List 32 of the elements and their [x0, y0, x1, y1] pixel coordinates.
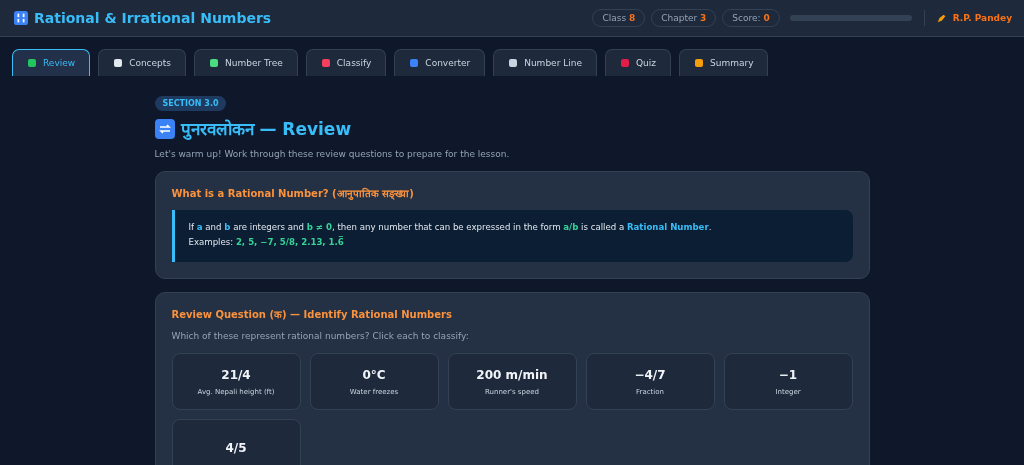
repeat-icon [154, 118, 175, 139]
tab-icon [619, 58, 630, 68]
tab[interactable]: Converter [394, 49, 486, 76]
definition-text: Examples: 2, 5, −7, 5/8, 2.13, 1.6̅ [188, 237, 345, 247]
section-badge: SECTION 3.0 [154, 96, 227, 111]
card-title: What is a Rational Number? (आनुपातिक सङ्ख्या) [171, 186, 415, 200]
intro-text: Let's warm up! Work through these review questions to prepare for the lesson. [154, 149, 510, 159]
info-badge: Chapter 3 [651, 9, 717, 27]
info-badge: Class 8 [592, 9, 646, 27]
number-option[interactable]: 4/5 [171, 419, 301, 465]
tab-icon [508, 58, 519, 68]
card-title: Review Question (क) — Identify Rational Numbers [171, 308, 453, 321]
tab[interactable]: Summary [678, 49, 769, 76]
section-title: पुनरवलोकन — Review [180, 118, 352, 140]
tab[interactable]: Number Line [493, 49, 597, 76]
tab[interactable]: Quiz [604, 49, 671, 76]
question-prompt: Which of these represent rational numbers? Click each to classify: [171, 331, 470, 341]
tab-icon [409, 58, 420, 68]
tab[interactable]: Review [12, 49, 91, 76]
author-name: R.P. Pandey [952, 13, 1012, 23]
tab[interactable]: Classify [305, 49, 387, 76]
numbers-icon [14, 11, 28, 25]
info-badge: Score: 0 [722, 9, 780, 27]
definition-text: If a and b are integers and b ≠ 0, then any number that can be expressed in the form a/b is called a Rational Number. [188, 222, 713, 232]
tab-icon [320, 58, 331, 68]
tab-icon [693, 58, 704, 68]
app-title: Rational & Irrational Numbers [34, 10, 272, 26]
tab[interactable]: Number Tree [194, 49, 298, 76]
tab-icon [209, 58, 220, 68]
tab-icon [27, 58, 37, 68]
tab-icon [113, 58, 124, 68]
tab[interactable]: Concepts [98, 49, 187, 76]
